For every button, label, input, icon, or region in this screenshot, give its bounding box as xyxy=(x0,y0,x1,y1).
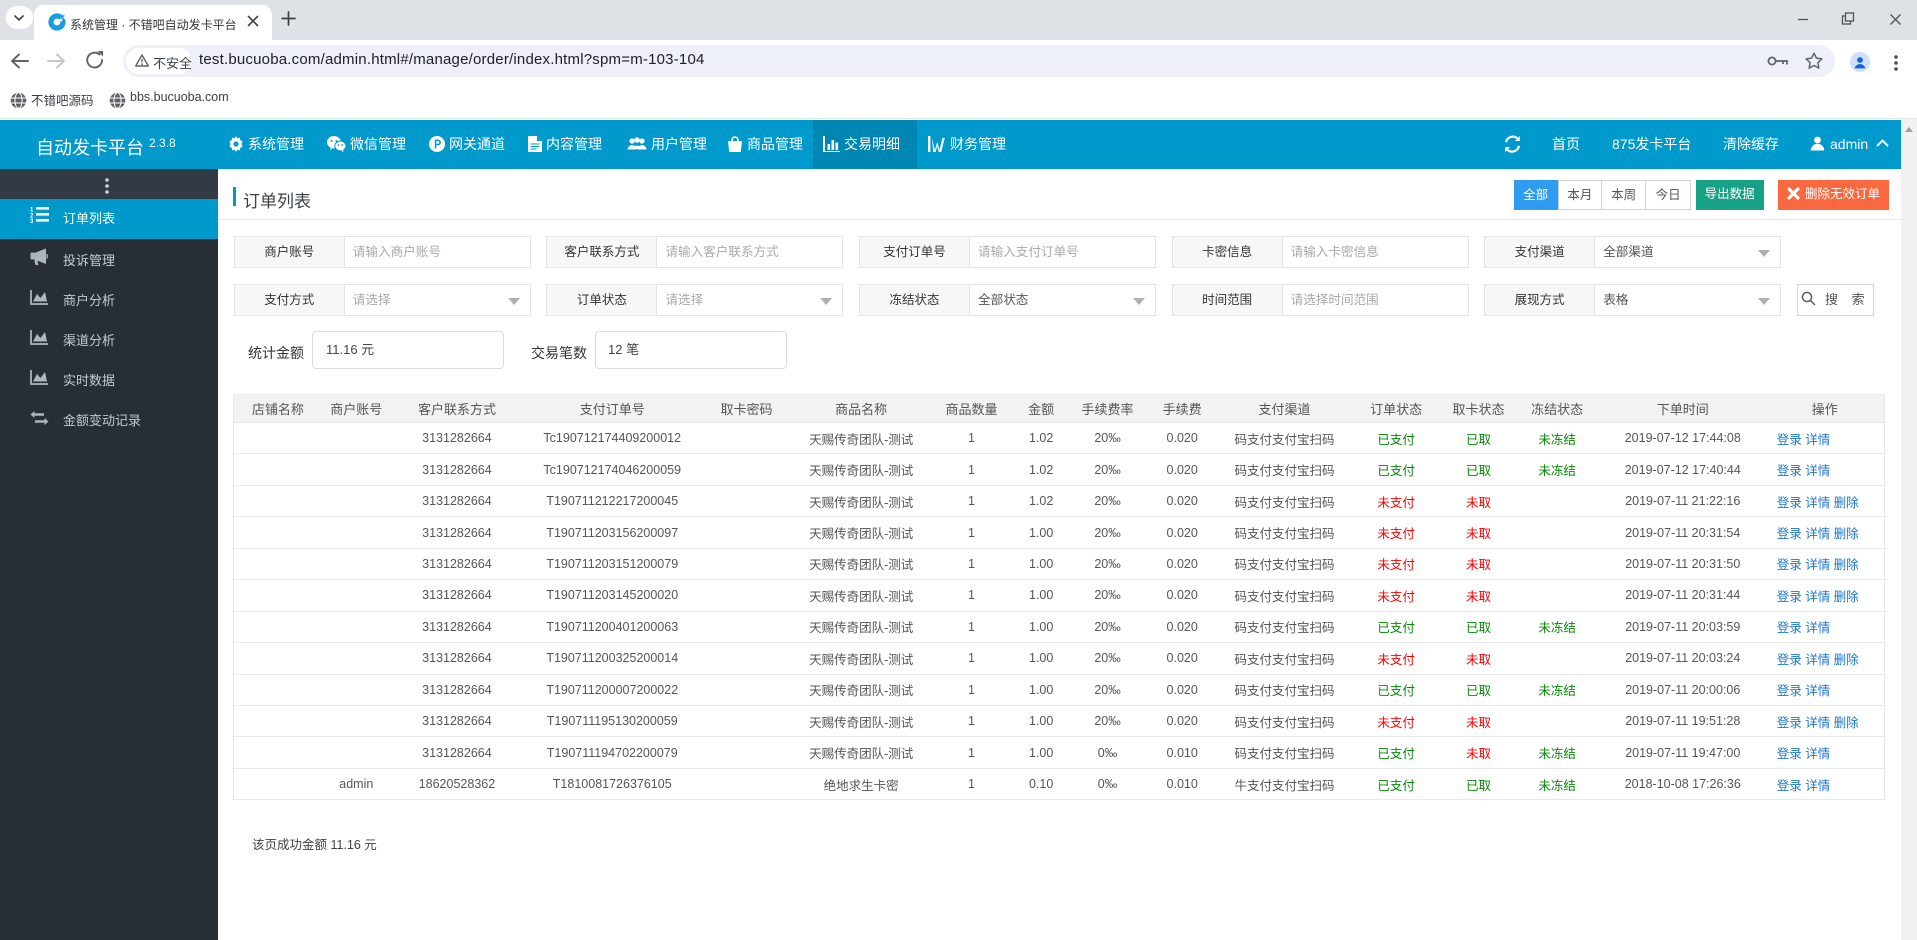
svg-text:3: 3 xyxy=(30,219,34,223)
